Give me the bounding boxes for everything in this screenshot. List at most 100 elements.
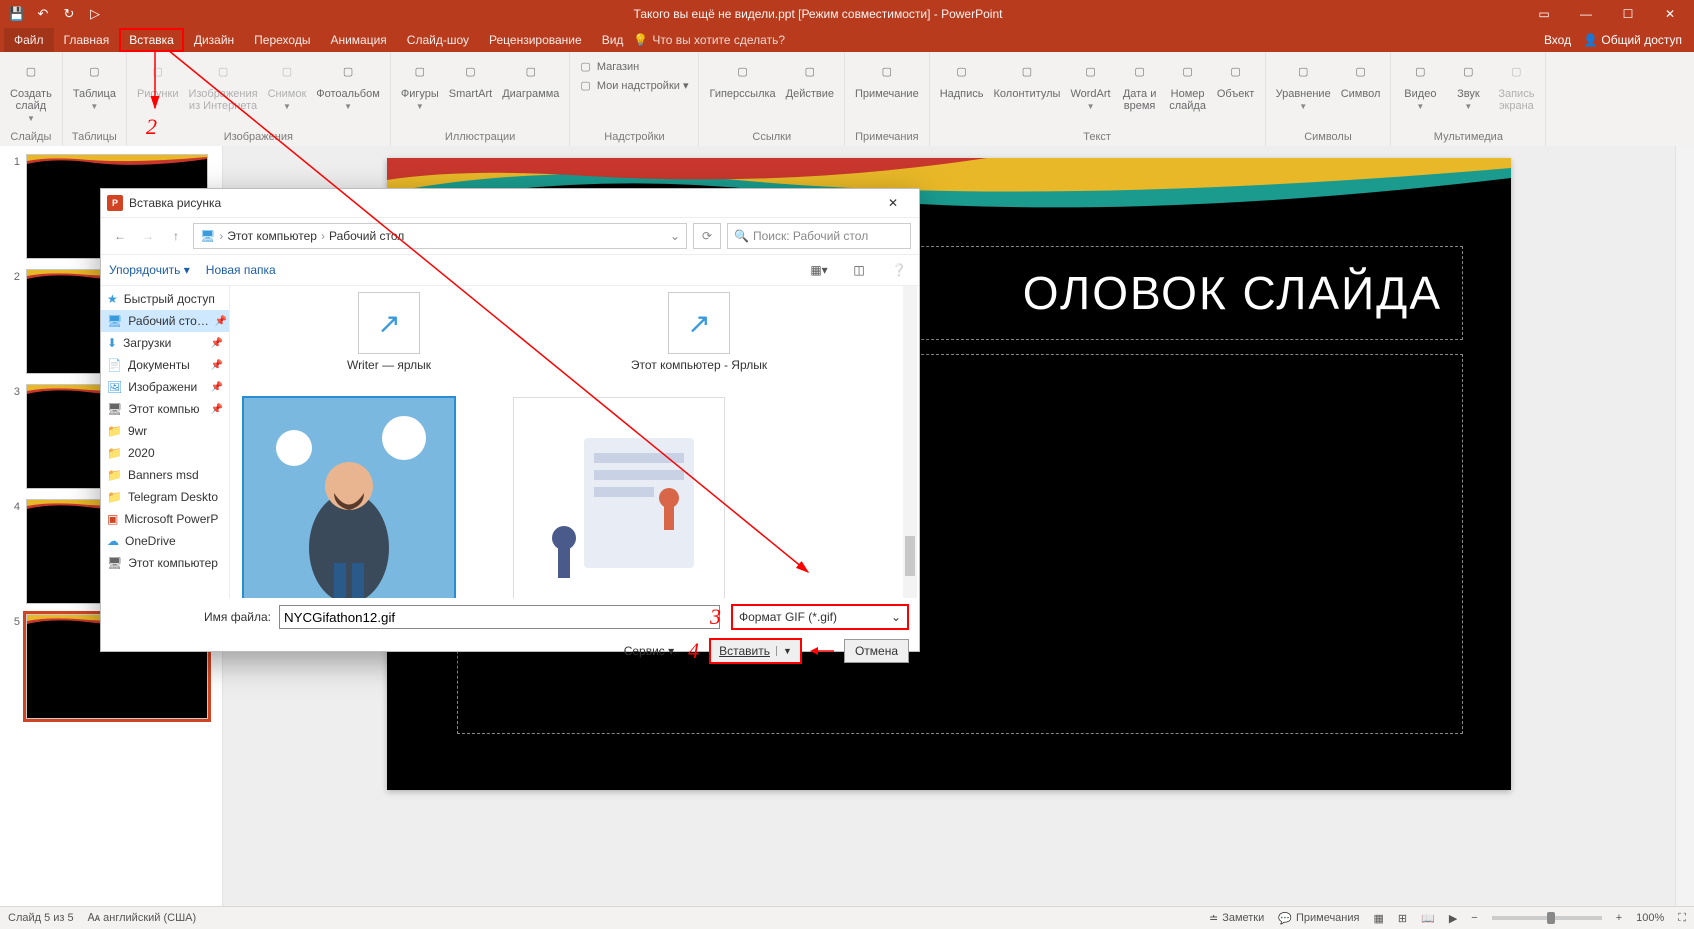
new-folder-button[interactable]: Новая папка [206,263,276,277]
ribbon-номер[interactable]: ▢Номерслайда [1165,54,1211,114]
ribbon-диаграмма[interactable]: ▢Диаграмма [498,54,563,102]
view-normal-icon[interactable]: ▦ [1373,912,1383,925]
tab-transitions[interactable]: Переходы [244,28,320,52]
redo-icon[interactable]: ↻ [58,3,80,25]
tab-animations[interactable]: Анимация [320,28,396,52]
close-button[interactable]: ✕ [1650,0,1690,28]
tree-item[interactable]: 🖥Рабочий сто…📌 [101,310,229,332]
ribbon-мои-надстройки[interactable]: ▢Мои надстройки ▾ [580,79,688,92]
start-from-beginning-icon[interactable]: ▷ [84,3,106,25]
fit-slide-icon[interactable]: ⛶ [1678,912,1686,925]
tree-item[interactable]: ▣Microsoft PowerP [101,508,229,530]
tell-me[interactable]: 💡 Что вы хотите сделать? [633,33,785,47]
breadcrumb-leaf[interactable]: Рабочий стол [329,229,404,243]
share-button[interactable]: 👤 Общий доступ [1583,33,1682,47]
tree-item[interactable]: 📁9wr [101,420,229,442]
tab-slideshow[interactable]: Слайд-шоу [397,28,479,52]
tab-review[interactable]: Рецензирование [479,28,592,52]
nav-forward-icon[interactable]: → [137,225,159,247]
nav-back-icon[interactable]: ← [109,225,131,247]
tab-file[interactable]: Файл [4,28,54,52]
ribbon-фигуры[interactable]: ▢Фигуры▼ [397,54,443,115]
ribbon-примечание[interactable]: ▢Примечание [851,54,923,102]
view-options-icon[interactable]: ▦▾ [807,259,831,281]
ribbon-запись[interactable]: ▢Записьэкрана [1493,54,1539,114]
view-slideshow-icon[interactable]: ▶ [1449,912,1457,925]
ribbon-фотоальбом[interactable]: ▢Фотоальбом▼ [312,54,384,115]
tree-item[interactable]: 📁Banners msd [101,464,229,486]
notes-button[interactable]: ≐ Заметки [1209,912,1264,925]
ribbon-объект[interactable]: ▢Объект [1213,54,1259,102]
file-list[interactable]: ↗Writer — ярлык ↗Этот компьютер - Ярлык NY… [230,286,919,598]
preview-pane-icon[interactable]: ◫ [847,259,871,281]
tree-item[interactable]: 📁2020 [101,442,229,464]
comments-button[interactable]: 💬 Примечания [1278,912,1359,925]
tab-home[interactable]: Главная [54,28,120,52]
zoom-in-icon[interactable]: + [1616,912,1622,924]
tab-view[interactable]: Вид [592,28,634,52]
ribbon-создать[interactable]: ▢Создатьслайд▼ [6,54,56,127]
file-item-shortcut[interactable]: ↗Этот компьютер - Ярлык [594,292,804,372]
zoom-slider[interactable] [1492,916,1602,920]
ribbon-колонтитулы[interactable]: ▢Колонтитулы [990,54,1065,102]
language-status[interactable]: 🗛 английский (США) [88,912,197,925]
tree-item[interactable]: 🖥Этот компью📌 [101,398,229,420]
signin-link[interactable]: Вход [1544,33,1571,47]
view-reading-icon[interactable]: 📖 [1421,912,1435,925]
ribbon-звук[interactable]: ▢Звук▼ [1445,54,1491,115]
ribbon-таблица[interactable]: ▢Таблица▼ [69,54,120,115]
file-item-gif[interactable]: анализ.gif [514,398,724,598]
tree-item[interactable]: 📁Telegram Deskto [101,486,229,508]
save-icon[interactable]: 💾 [6,3,28,25]
tree-item[interactable]: 🖥Этот компьютер [101,552,229,574]
ribbon-wordart[interactable]: ▢WordArt▼ [1066,54,1114,115]
ribbon-гиперссылка[interactable]: ▢Гиперссылка [705,54,779,102]
tree-item[interactable]: 📄Документы📌 [101,354,229,376]
ribbon-display-options-icon[interactable]: ▭ [1524,0,1564,28]
insert-button[interactable]: Вставить ▼ [709,638,802,664]
tree-item[interactable]: ⬇Загрузки📌 [101,332,229,354]
address-bar[interactable]: 🖥 › Этот компьютер › Рабочий стол ⌄ [193,223,687,249]
slide-counter[interactable]: Слайд 5 из 5 [8,912,74,924]
chevron-down-icon[interactable]: ⌄ [670,229,680,243]
tab-insert[interactable]: Вставка [119,28,184,52]
zoom-level[interactable]: 100% [1636,912,1664,924]
navigation-tree[interactable]: ★Быстрый доступ🖥Рабочий сто…📌⬇Загрузки📌📄… [101,286,230,598]
view-sorter-icon[interactable]: ⊞ [1398,912,1407,925]
tools-menu[interactable]: Сервис ▾ [624,644,674,658]
tab-design[interactable]: Дизайн [184,28,244,52]
dialog-close-button[interactable]: ✕ [873,189,913,217]
ribbon-снимок[interactable]: ▢Снимок▼ [264,54,311,115]
ribbon-магазин[interactable]: ▢Магазин [580,60,688,73]
file-item-shortcut[interactable]: ↗Writer — ярлык [284,292,494,372]
ribbon-уравнение[interactable]: ▢Уравнение▼ [1272,54,1335,115]
help-icon[interactable]: ❔ [887,259,911,281]
filename-input[interactable] [279,605,720,629]
minimize-button[interactable]: — [1566,0,1606,28]
ribbon-smartart[interactable]: ▢SmartArt [445,54,496,102]
file-list-scrollbar[interactable] [903,286,917,598]
ribbon-надпись[interactable]: ▢Надпись [936,54,988,102]
vertical-scrollbar[interactable] [1675,146,1694,907]
ribbon-дата-и[interactable]: ▢Дата ивремя [1117,54,1163,114]
tree-item[interactable]: ☁OneDrive [101,530,229,552]
tree-item[interactable]: ★Быстрый доступ [101,288,229,310]
refresh-icon[interactable]: ⟳ [693,223,721,249]
ribbon-действие[interactable]: ▢Действие [782,54,838,102]
file-item-gif[interactable]: NYCGifathon12.gif [244,398,454,598]
tree-item[interactable]: 🖼Изображени📌 [101,376,229,398]
search-input[interactable]: 🔍 Поиск: Рабочий стол [727,223,911,249]
insert-split-dropdown[interactable]: ▼ [776,646,792,656]
zoom-out-icon[interactable]: − [1471,912,1477,924]
organize-menu[interactable]: Упорядочить ▾ [109,263,190,277]
ribbon-символ[interactable]: ▢Символ [1337,54,1385,102]
ribbon-видео[interactable]: ▢Видео▼ [1397,54,1443,115]
breadcrumb-root[interactable]: Этот компьютер [227,229,317,243]
ribbon-рисунки[interactable]: ▢Рисунки [133,54,183,102]
undo-icon[interactable]: ↶ [32,3,54,25]
maximize-button[interactable]: ☐ [1608,0,1648,28]
nav-up-icon[interactable]: ↑ [165,225,187,247]
filetype-dropdown[interactable]: Формат GIF (*.gif) ⌄ [731,604,909,630]
ribbon-изображения[interactable]: ▢Изображенияиз Интернета [184,54,261,114]
cancel-button[interactable]: Отмена [844,639,909,663]
